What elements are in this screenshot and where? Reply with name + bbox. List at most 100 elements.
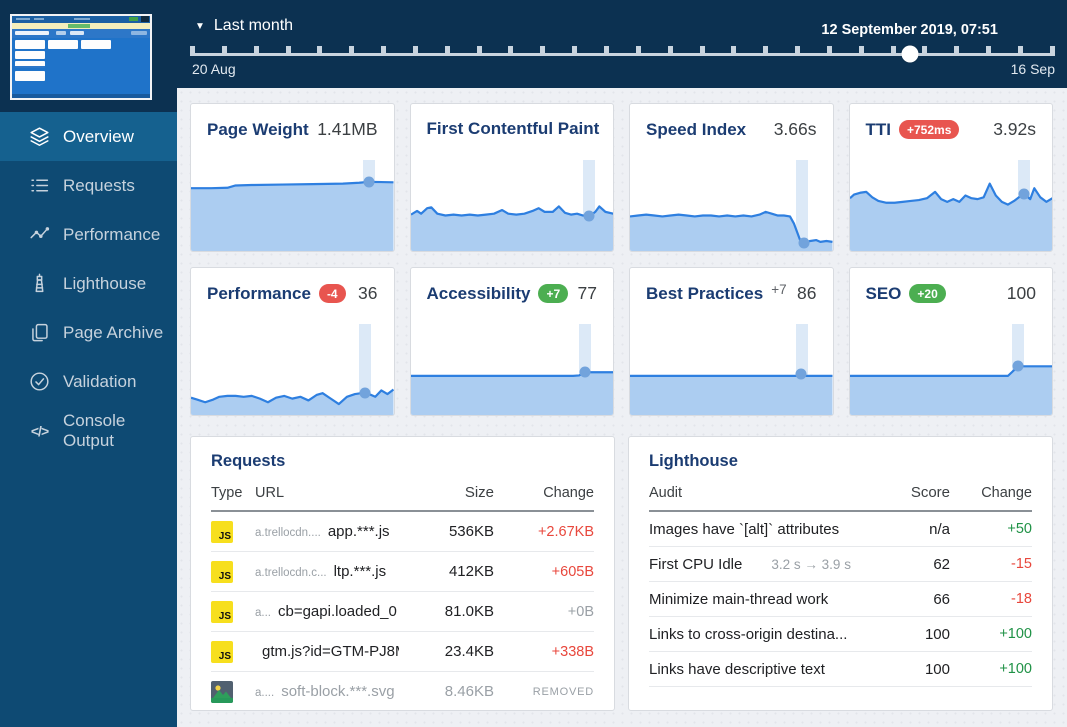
request-change: +0B [567, 603, 594, 620]
sidebar-item-console-output[interactable]: </> Console Output [0, 406, 177, 455]
table-row[interactable]: Images have `[alt]` attributes n/a +50 [649, 512, 1032, 547]
timeline-slider[interactable]: 12 September 2019, 07:51 20 Aug 16 Sep [190, 22, 1055, 80]
tables-grid: Requests Type URL Size Change JS a.trell… [190, 436, 1053, 711]
metric-title: Speed Index [646, 119, 747, 139]
metric-card-seo[interactable]: SEO +20 100 [848, 267, 1053, 416]
sidebar-item-requests[interactable]: Requests [0, 161, 177, 210]
metric-sparkline [410, 324, 613, 415]
sidebar-item-performance[interactable]: Performance [0, 210, 177, 259]
metric-value: 86 [797, 283, 817, 303]
metric-title: First Contentful Paint [426, 119, 600, 138]
table-row[interactable]: JS gtm.js?id=GTM-PJ8M 23.4KB +338B [211, 632, 594, 672]
metric-value: 3.66s [773, 119, 817, 139]
request-url-prefix: a.trellocdn.c... [255, 567, 327, 579]
sidebar-item-page-archive[interactable]: Page Archive [0, 308, 177, 357]
metric-title: Best Practices [646, 283, 764, 303]
column-header-url: URL [255, 484, 285, 501]
timeline-track[interactable] [190, 53, 1055, 56]
sidebar-item-label: Lighthouse [63, 273, 147, 293]
sidebar-item-label: Console Output [63, 410, 126, 450]
table-row[interactable]: JS a.trellocdn.... app.***.js 536KB +2.67… [211, 512, 594, 552]
request-url: cb=gapi.loaded_0 [277, 603, 397, 620]
lighthouse-panel-title: Lighthouse [649, 452, 738, 470]
table-row[interactable]: Minimize main-thread work 66 -18 [649, 582, 1032, 617]
metric-value: 1.41MB [317, 119, 378, 139]
metric-card-best-practices[interactable]: Best Practices +7 86 [629, 267, 834, 416]
check-circle-icon [30, 372, 49, 391]
audit-detail: 3.2 s → 3.9 s [771, 556, 851, 572]
date-range-selector[interactable]: ▼ Last month [195, 17, 293, 35]
activity-icon [30, 227, 50, 239]
sidebar-item-label: Page Archive [63, 322, 164, 342]
sidebar-item-lighthouse[interactable]: Lighthouse [0, 259, 177, 308]
metric-sparkline [630, 160, 833, 251]
metric-change-badge: -4 [318, 284, 346, 303]
table-row[interactable]: First CPU Idle 3.2 s → 3.9 s 62 -15 [649, 547, 1032, 582]
sidebar-item-overview[interactable]: Overview [0, 112, 177, 161]
pages-icon [32, 323, 48, 342]
timeline-slider-handle[interactable] [901, 45, 919, 63]
request-change: REMOVED [532, 685, 594, 698]
sidebar-item-label: Performance [63, 224, 161, 244]
metric-card-speed-index[interactable]: Speed Index 3.66s [629, 103, 834, 252]
column-header-audit: Audit [649, 484, 683, 501]
thumb-browser-bar [12, 16, 150, 23]
thumb-footer [12, 94, 150, 98]
table-row[interactable]: Links have descriptive text 100 +100 [649, 652, 1032, 687]
audit-change: +50 [1007, 521, 1032, 537]
request-size: 536KB [448, 523, 494, 540]
file-type-icon: JS [211, 560, 233, 583]
metric-change-badge: +752ms [899, 120, 960, 139]
lighthouse-panel: Lighthouse Audit Score Change Images hav… [628, 436, 1053, 711]
table-row[interactable]: a.... soft-block.***.svg 8.46KB REMOVED [211, 672, 594, 710]
audit-change: -15 [1011, 556, 1032, 572]
requests-panel-title: Requests [211, 452, 286, 470]
column-header-score: Score [910, 484, 950, 501]
file-type-icon: JS [211, 640, 233, 663]
request-change: +605B [551, 563, 594, 580]
audit-name: Images have `[alt]` attributes [649, 520, 840, 538]
metric-sparkline [849, 324, 1052, 415]
metric-card-page-weight[interactable]: Page Weight 1.41MB [190, 103, 395, 252]
sidebar-item-label: Requests [63, 175, 135, 195]
column-header-type: Type [211, 484, 243, 501]
metrics-grid: Page Weight 1.41MB First Contentful Pain… [190, 103, 1053, 416]
requests-table-header: Type URL Size Change [211, 484, 594, 512]
date-range-label: Last month [213, 17, 294, 34]
audit-change: +100 [999, 661, 1032, 677]
layers-icon [30, 127, 49, 146]
sidebar-item-validation[interactable]: Validation [0, 357, 177, 406]
timeline-end-label: 16 Sep [1010, 61, 1055, 77]
metric-sparkline [410, 160, 613, 251]
sidebar-nav: Overview Requests Performance Lighthouse… [0, 112, 177, 455]
request-url: app.***.js [327, 523, 390, 540]
file-type-icon: JS [211, 600, 233, 623]
request-url-prefix: a.trellocdn.... [255, 527, 321, 539]
sidebar-item-label: Validation [63, 371, 137, 391]
selected-date-label: 12 September 2019, 07:51 [821, 22, 998, 38]
table-row[interactable]: JS a.trellocdn.c... ltp.***.js 412KB +605… [211, 552, 594, 592]
sidebar-item-label: Overview [63, 126, 134, 146]
metric-card-tti[interactable]: TTI +752ms 3.92s [848, 103, 1053, 252]
audit-name: First CPU Idle [649, 555, 743, 573]
audit-name: Links to cross-origin destina... [649, 625, 848, 643]
audit-name: Links have descriptive text [649, 660, 825, 678]
request-url: ltp.***.js [333, 563, 387, 580]
main-content: Page Weight 1.41MB First Contentful Pain… [177, 88, 1067, 727]
metric-title: Page Weight [207, 119, 309, 139]
metric-card-first-contentful-paint[interactable]: First Contentful Paint [409, 103, 614, 252]
audit-change: +100 [999, 626, 1032, 642]
metric-change-badge: +7 [771, 282, 787, 297]
request-size: 8.46KB [444, 683, 494, 700]
metric-change-badge: +20 [909, 284, 946, 303]
table-row[interactable]: JS a... cb=gapi.loaded_0 81.0KB +0B [211, 592, 594, 632]
page-screenshot-thumbnail[interactable] [10, 14, 152, 100]
metric-card-performance[interactable]: Performance -4 36 [190, 267, 395, 416]
sidebar-top [0, 0, 177, 112]
table-row[interactable]: Links to cross-origin destina... 100 +10… [649, 617, 1032, 652]
timeline-start-label: 20 Aug [192, 61, 236, 77]
audit-change: -18 [1011, 591, 1032, 607]
audit-name: Minimize main-thread work [649, 590, 829, 608]
metric-card-accessibility[interactable]: Accessibility +7 77 [409, 267, 614, 416]
lighthouse-icon [35, 273, 44, 293]
